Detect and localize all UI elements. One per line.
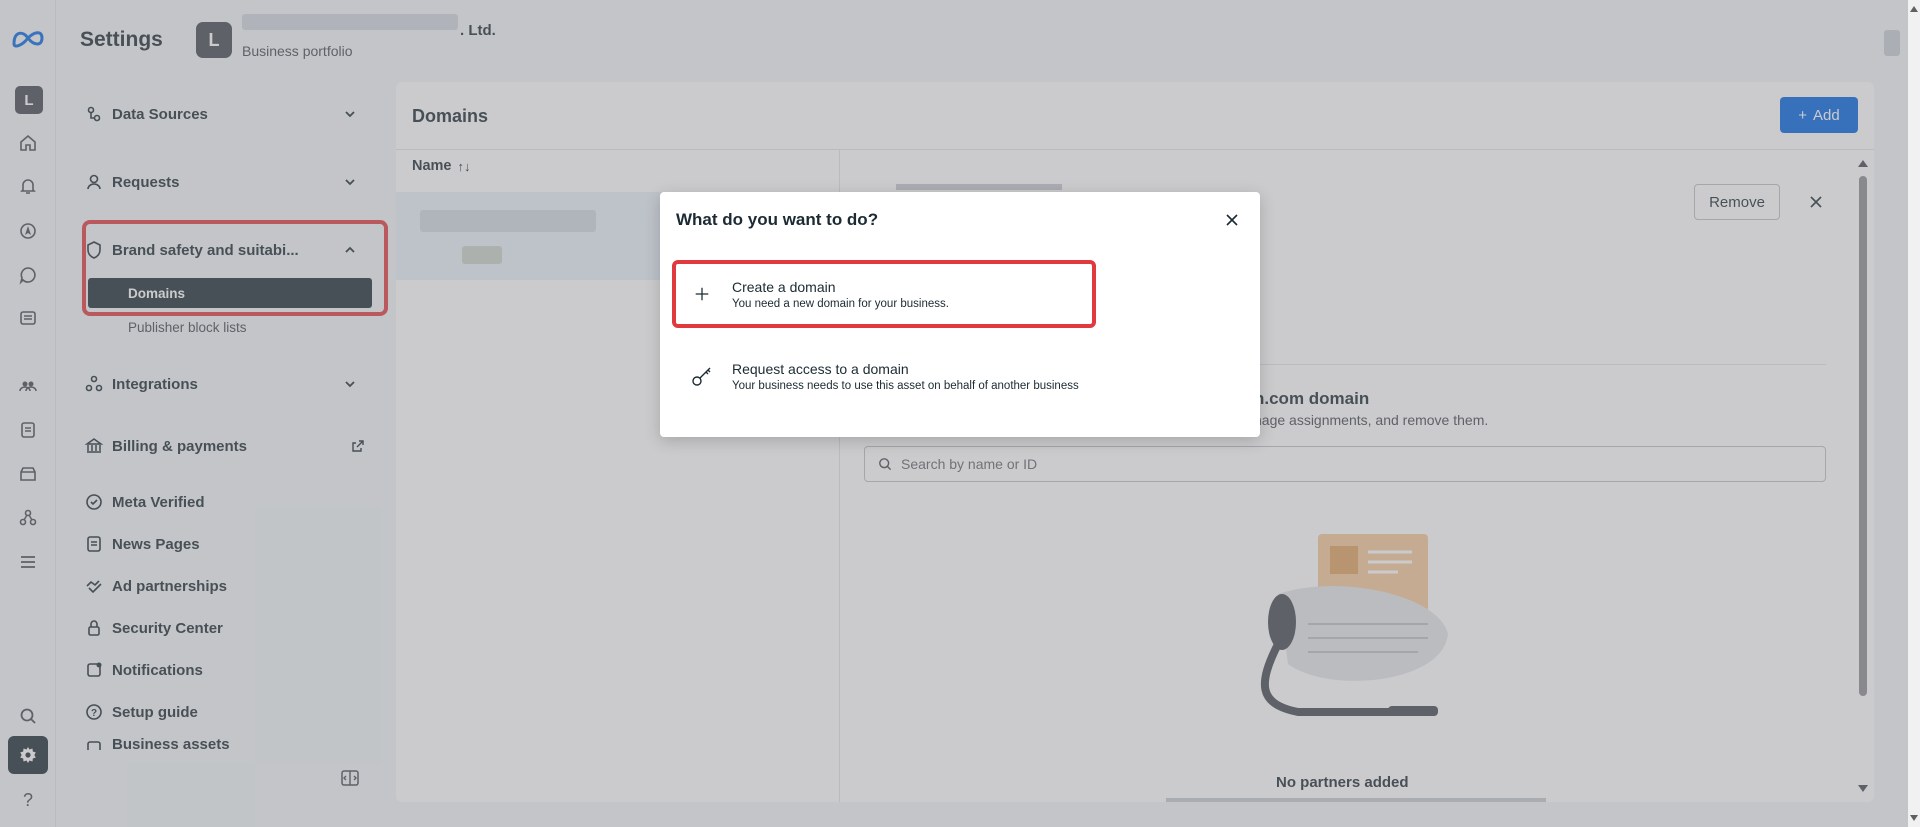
option-description: Your business needs to use this asset on…	[732, 379, 1079, 392]
key-icon	[688, 362, 716, 390]
scroll-up-icon[interactable]	[1908, 4, 1920, 14]
action-dialog: What do you want to do? Create a domain …	[660, 192, 1260, 437]
request-access-option[interactable]: Request access to a domain Your business…	[676, 346, 1236, 406]
page-scrollbar[interactable]	[1908, 0, 1920, 827]
dialog-title: What do you want to do?	[676, 210, 879, 229]
option-title: Request access to a domain	[732, 360, 909, 377]
scroll-down-icon[interactable]	[1908, 813, 1920, 823]
close-icon[interactable]	[1222, 210, 1242, 230]
highlight-annotation	[672, 260, 1096, 328]
